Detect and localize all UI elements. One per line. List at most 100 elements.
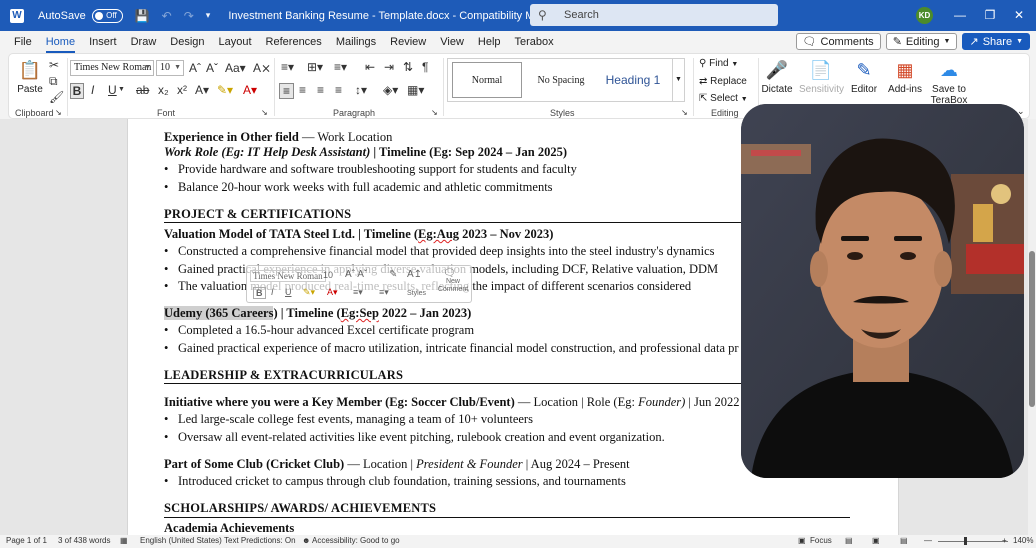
word-count[interactable]: 3 of 438 words [58,536,110,545]
read-mode-icon[interactable]: ▤ [845,536,853,545]
font-size-select[interactable]: 10 ▼ [156,60,184,76]
print-layout-icon[interactable]: ▣ [872,536,880,545]
style-heading-1[interactable]: Heading 1 [598,62,668,98]
text-predictions[interactable]: Text Predictions: On [224,536,296,545]
font-color-icon[interactable]: A▾ [243,83,257,97]
decrease-indent-icon[interactable]: ⇤ [365,60,375,74]
numbering-icon[interactable]: ⊞▾ [307,60,323,74]
focus-button[interactable]: Focus [810,536,832,545]
scrollbar-thumb[interactable] [1029,251,1035,407]
justify-icon[interactable]: ≡ [335,83,342,97]
align-right-icon[interactable]: ≡ [317,83,324,97]
accessibility-status[interactable]: Accessibility: Good to go [312,536,400,545]
sort-icon[interactable]: ⇅ [403,60,413,74]
strikethrough-icon[interactable]: ab [136,83,149,97]
align-left-icon[interactable]: ≡ [279,83,294,99]
format-painter-icon[interactable]: 🖌 [49,90,64,104]
mini-font-select[interactable]: Times New Roman [250,270,326,282]
highlight-icon[interactable]: ✎▾ [303,287,315,298]
numbering-icon[interactable]: ≡▾ [379,287,389,298]
grow-font-icon[interactable]: Aˆ [189,61,201,75]
style-normal[interactable]: Normal [452,62,522,98]
text-effects-icon[interactable]: A▾ [195,83,209,97]
paragraph-launcher-icon[interactable]: ↘ [431,106,438,120]
italic-icon[interactable]: I [271,287,274,297]
clipboard-launcher-icon[interactable]: ↘ [55,106,62,120]
close-icon[interactable]: ✕ [1012,7,1026,23]
tab-terabox[interactable]: Terabox [515,31,554,53]
bullets-icon[interactable]: ≡▾ [281,60,294,74]
share-button[interactable]: ↗ Share ▼ [962,33,1030,50]
change-case-icon[interactable]: Aa▾ [225,61,246,75]
comments-button[interactable]: 🗨 Comments [795,33,881,50]
zoom-in-icon[interactable]: + [1002,536,1007,545]
tab-layout[interactable]: Layout [219,31,252,53]
zoom-out-icon[interactable]: — [924,536,932,545]
italic-icon[interactable]: I [91,83,94,97]
tab-insert[interactable]: Insert [89,31,117,53]
chevron-down-icon[interactable]: ▼ [118,83,125,97]
tab-view[interactable]: View [440,31,464,53]
font-name-select[interactable]: Times New Roman ▼ [70,60,154,76]
line-spacing-icon[interactable]: ↕▾ [355,83,367,97]
find-button[interactable]: ⚲ Find ▼ [699,58,738,69]
styles-icon[interactable]: A↥ [407,269,422,280]
proofing-icon[interactable]: ▦ [120,536,128,545]
styles-launcher-icon[interactable]: ↘ [681,106,688,120]
style-no-spacing[interactable]: No Spacing [526,62,596,98]
tab-references[interactable]: References [266,31,322,53]
zoom-slider-thumb[interactable] [964,537,967,545]
underline-icon[interactable]: U [108,83,117,97]
mini-toolbar[interactable]: Times New Roman 10 Aˆ Aˇ ✎ A↥ 🗨 B I U ✎▾… [246,265,472,303]
underline-icon[interactable]: U [285,287,292,297]
show-marks-icon[interactable]: ¶ [422,60,428,74]
clear-formatting-icon[interactable]: A⨯ [253,61,271,75]
font-color-icon[interactable]: A▾ [327,287,338,298]
replace-button[interactable]: ⇄ Replace [699,76,747,87]
dictate-button[interactable]: 🎤 Dictate [759,58,795,95]
borders-icon[interactable]: ▦▾ [407,83,424,97]
tab-help[interactable]: Help [478,31,501,53]
zoom-level[interactable]: 140% [1013,536,1033,545]
language[interactable]: English (United States) [140,536,222,545]
tab-mailings[interactable]: Mailings [336,31,376,53]
align-center-icon[interactable]: ≡ [299,83,306,97]
format-painter-icon[interactable]: ✎ [389,269,397,280]
tab-file[interactable]: File [14,31,32,53]
add-ins-button[interactable]: ▦ Add-ins [886,58,924,95]
zoom-slider[interactable] [938,541,1008,542]
tab-home[interactable]: Home [45,31,76,53]
page-count[interactable]: Page 1 of 1 [6,536,47,545]
avatar[interactable]: KD [916,7,933,24]
autosave-toggle[interactable]: Off [91,8,123,23]
tab-review[interactable]: Review [390,31,426,53]
editor-button[interactable]: ✎ Editor [847,58,881,95]
shrink-font-icon[interactable]: Aˇ [206,61,218,75]
mini-font-size[interactable]: 10 [323,270,333,280]
minimize-icon[interactable]: — [953,7,967,23]
editing-mode-button[interactable]: ✎ Editing ▼ [885,33,958,50]
tab-design[interactable]: Design [170,31,204,53]
superscript-icon[interactable]: x² [177,83,187,97]
subscript-icon[interactable]: x₂ [158,83,169,97]
restore-icon[interactable]: ❐ [983,7,997,23]
bullets-icon[interactable]: ≡▾ [353,287,363,298]
bold-icon[interactable]: B [253,287,266,299]
tab-draw[interactable]: Draw [131,31,157,53]
cut-icon[interactable]: ✂ [49,58,59,72]
save-to-terabox-button[interactable]: ☁ Save to TeraBox [929,58,969,106]
grow-font-icon[interactable]: Aˆ Aˇ [345,269,367,280]
web-layout-icon[interactable]: ▤ [900,536,908,545]
styles-more-icon[interactable]: ▼ [672,59,684,101]
save-icon[interactable]: 💾 [135,9,150,23]
bold-icon[interactable]: B [70,83,84,99]
search-box[interactable]: ⚲ Search [530,4,778,26]
copy-icon[interactable]: ⧉ [49,74,58,88]
highlight-icon[interactable]: ✎▾ [217,83,233,97]
select-button[interactable]: ⇱ Select ▼ [699,93,748,104]
customize-quick-access-icon[interactable]: ▾ [206,10,211,21]
paste-button[interactable]: 📋 Paste [13,58,47,95]
undo-icon[interactable]: ↶ [162,9,172,23]
vertical-scrollbar[interactable] [1028,119,1036,535]
shading-icon[interactable]: ◈▾ [383,83,398,97]
